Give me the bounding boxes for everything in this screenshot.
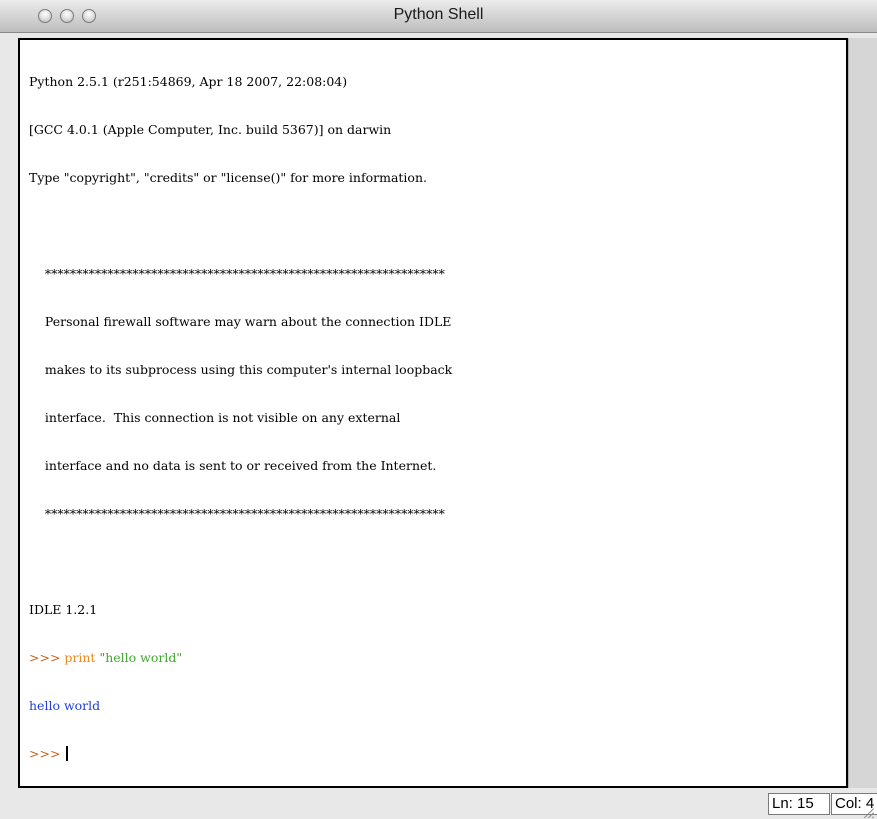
- command-line: >>> print "hello world": [29, 650, 837, 666]
- text-cursor: [66, 746, 69, 761]
- shell-line: interface. This connection is not visibl…: [29, 410, 401, 425]
- shell-line: [29, 554, 837, 570]
- shell-line: makes to its subprocess using this compu…: [29, 362, 453, 377]
- shell-line: [29, 218, 837, 234]
- shell-text-area[interactable]: Python 2.5.1 (r251:54869, Apr 18 2007, 2…: [18, 38, 848, 788]
- string-literal: "hello world": [99, 650, 183, 665]
- python-shell-window: Python Shell Python 2.5.1 (r251:54869, A…: [0, 0, 877, 819]
- print-keyword: print: [64, 650, 96, 665]
- shell-line: ****************************************…: [29, 506, 445, 521]
- shell-line: [GCC 4.0.1 (Apple Computer, Inc. build 5…: [29, 122, 392, 137]
- line-number-indicator: Ln: 15: [768, 793, 830, 815]
- resize-grip-icon[interactable]: [857, 800, 875, 818]
- shell-line: Personal firewall software may warn abou…: [29, 314, 452, 329]
- command-output: hello world: [29, 698, 101, 713]
- current-prompt-marker: >>>: [29, 746, 65, 761]
- window-title: Python Shell: [393, 6, 484, 23]
- input-line[interactable]: >>>: [29, 746, 837, 762]
- title-bar[interactable]: Python Shell: [0, 0, 877, 33]
- shell-line: IDLE 1.2.1: [29, 602, 98, 617]
- shell-output: Python 2.5.1 (r251:54869, Apr 18 2007, 2…: [29, 42, 837, 786]
- shell-line: Type "copyright", "credits" or "license(…: [29, 170, 427, 185]
- shell-line: interface and no data is sent to or rece…: [29, 458, 437, 473]
- status-bar: Ln: 15 Col: 4: [0, 790, 877, 819]
- shell-line: Python 2.5.1 (r251:54869, Apr 18 2007, 2…: [29, 74, 348, 89]
- window-edge-strip: [848, 38, 877, 788]
- prompt-marker: >>>: [29, 650, 65, 665]
- shell-line: ****************************************…: [29, 266, 445, 281]
